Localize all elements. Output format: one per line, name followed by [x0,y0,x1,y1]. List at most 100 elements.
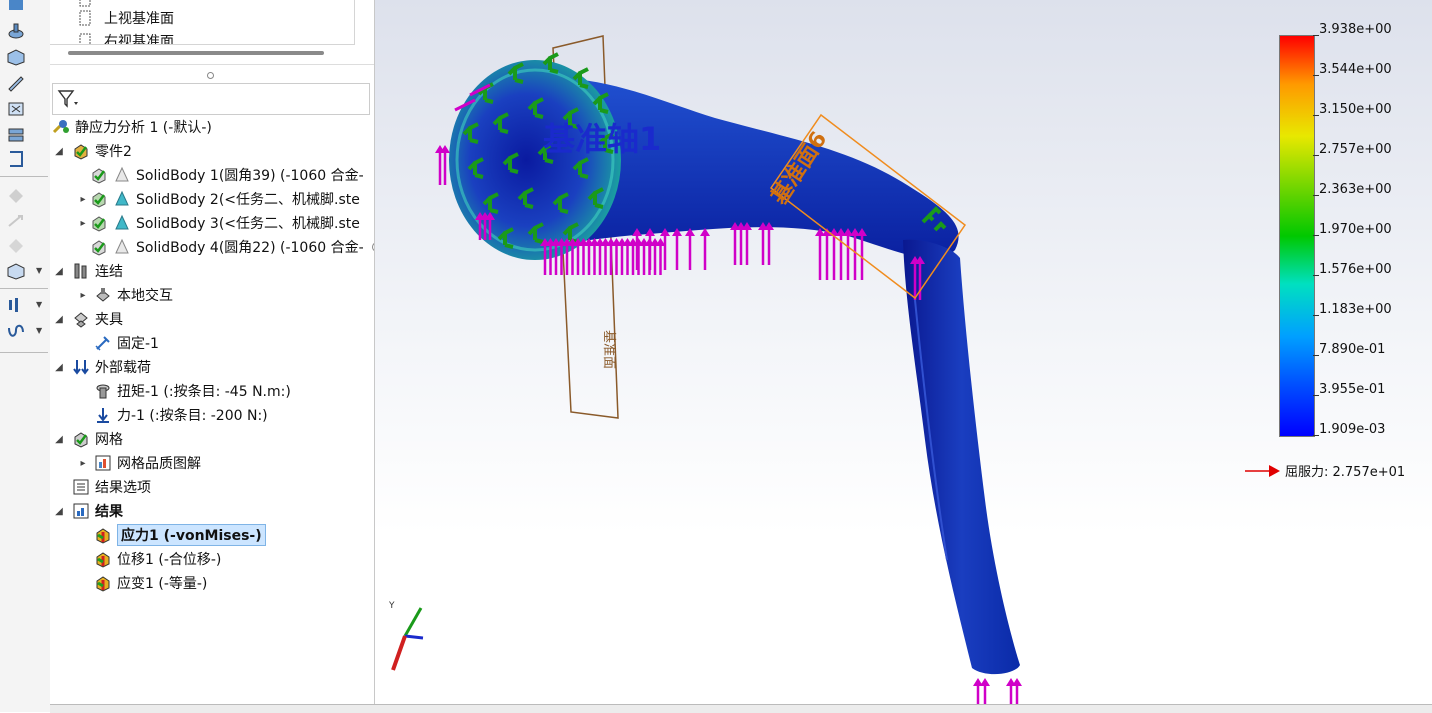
collapse-icon[interactable]: ◢ [52,506,66,517]
tree-item-label: 网格 [95,432,123,448]
graphics-viewport[interactable]: 基准面 基准轴1 基准面6 3.938e+00 3.544e+00 3.150e… [375,0,1432,712]
tree-item-local-interaction[interactable]: ▸ 本地交互 [76,283,173,307]
tree-item-displacement[interactable]: 位移1 (-合位移-) [94,547,221,571]
legend-value: 3.938e+00 [1319,22,1392,37]
tree-item-top-plane[interactable]: 上视基准面 [76,7,174,29]
collapse-icon[interactable]: ◢ [52,362,66,373]
mesh-body-icon [90,214,108,232]
tree-item-result-options[interactable]: 结果选项 [72,475,151,499]
tree-item-torque[interactable]: 扭矩-1 (:按条目: -45 N.m:) [76,379,291,403]
horizontal-scrollbar[interactable] [68,51,324,55]
red-arrow-icon [1245,464,1280,477]
reference-triad[interactable]: Y [383,598,433,678]
stack-icon[interactable] [6,126,26,144]
tree-item-label: 固定-1 [117,336,159,352]
left-toolstrip: ▼ ▼ ▼ [0,0,50,712]
tree-item-fixed[interactable]: 固定-1 [76,331,159,355]
plot-icon [94,454,112,472]
tree-item-body-4[interactable]: SolidBody 4(圆角22) (-1060 合金- [76,235,364,259]
solid-body-icon [113,166,131,184]
fixed-icon [94,334,112,352]
beam-icon[interactable] [6,150,26,168]
disabled-tool-icon [6,236,26,254]
tree-item-strain[interactable]: 应变1 (-等量-) [94,571,207,595]
options-list-icon [72,478,90,496]
yield-label: 屈服力: 2.757e+01 [1285,465,1406,480]
interaction-icon [94,286,112,304]
plane-label-small: 基准面 [601,330,616,369]
mesh-body-icon [90,190,108,208]
tree-item-label-selected: 应力1 (-vonMises-) [117,524,266,546]
tree-item-label: 结果 [95,504,123,520]
body-check-icon [90,238,108,256]
cube-icon[interactable] [6,0,26,18]
legend-value: 1.970e+00 [1319,222,1392,237]
display-style-icon[interactable] [6,262,26,280]
legend-value: 2.757e+00 [1319,142,1392,157]
stress-result-model: 基准面 基准轴1 基准面6 [435,35,1022,704]
tree-item-body-2[interactable]: ▸ SolidBody 2(<任务二、机械脚.ste [76,187,360,211]
connector-icon[interactable] [6,296,26,314]
tree-item-right-plane[interactable]: 右视基准面 [76,30,174,45]
fixtures-icon [72,310,90,328]
feature-tree-top: 上视基准面 右视基准面 [50,0,355,45]
collapse-icon[interactable]: ◢ [52,314,66,325]
collapse-icon[interactable]: ◢ [52,146,66,157]
solid-body-icon [113,238,131,256]
tree-item-mesh[interactable]: ◢ 网格 [52,427,123,451]
tree-item-label: 结果选项 [95,480,151,496]
chevron-down-icon[interactable]: ▼ [36,300,42,309]
tree-item-label: 右视基准面 [104,34,174,45]
plane-icon [76,32,94,44]
tree-item-connections[interactable]: ◢ 连结 [52,259,123,283]
tree-item-label: SolidBody 4(圆角22) (-1060 合金- [136,240,364,256]
cross-section-icon[interactable] [6,100,26,118]
spring-icon[interactable] [6,322,26,340]
tree-item-label: 位移1 (-合位移-) [117,552,222,568]
body-check-icon [90,166,108,184]
expand-icon[interactable]: ▸ [76,458,90,469]
static-study-icon [52,118,70,136]
expand-icon[interactable]: ▸ [76,218,90,229]
tree-item-label: 外部载荷 [95,360,151,376]
splitter-handle-icon[interactable] [207,72,214,79]
tree-item-mesh-quality[interactable]: ▸ 网格品质图解 [76,451,201,475]
external-loads-icon [72,358,90,376]
tree-item-part[interactable]: ◢ 零件2 [52,139,132,163]
sketch-icon[interactable] [6,74,26,92]
assembly-icon[interactable] [6,48,26,66]
expand-icon[interactable]: ▸ [76,290,90,301]
tree-item-label: 上视基准面 [104,11,174,27]
tree-item-results[interactable]: ◢ 结果 [52,499,123,523]
collapse-icon[interactable]: ◢ [52,266,66,277]
solid-body-icon [113,214,131,232]
datum-axis-label: 基准轴1 [543,120,661,158]
part-icon[interactable] [6,22,26,40]
tree-item-external-loads[interactable]: ◢ 外部载荷 [52,355,151,379]
tree-item-study[interactable]: 静应力分析 1 (-默认-) [52,115,212,139]
tree-item-label: 网格品质图解 [117,456,201,472]
expand-icon[interactable]: ▸ [76,194,90,205]
tree-item-fixtures[interactable]: ◢ 夹具 [52,307,123,331]
strain-plot-icon [94,574,112,592]
tree-item-stress[interactable]: 应力1 (-vonMises-) [94,523,266,547]
tree-item-body-3[interactable]: ▸ SolidBody 3(<任务二、机械脚.ste [76,211,360,235]
tree-item-label: 零件2 [95,144,132,160]
force-arrow-icon [94,406,112,424]
collapse-icon[interactable]: ◢ [52,434,66,445]
connections-icon [72,262,90,280]
panel-splitter[interactable] [50,64,374,85]
part-icon [72,142,90,160]
filter-icon[interactable] [57,89,79,109]
displacement-plot-icon [94,550,112,568]
tree-filter-box[interactable] [52,83,370,115]
yield-strength-indicator: 屈服力: 2.757e+01 [1245,461,1405,480]
triad-y-label: Y [388,601,395,611]
legend-value: 1.909e-03 [1319,422,1386,437]
chevron-down-icon[interactable]: ▼ [36,326,42,335]
tree-item-force[interactable]: 力-1 (:按条目: -200 N:) [76,403,268,427]
legend-value: 3.955e-01 [1319,382,1386,397]
chevron-down-icon[interactable]: ▼ [36,266,42,275]
disabled-tool-icon [6,186,26,204]
tree-item-body-1[interactable]: SolidBody 1(圆角39) (-1060 合金- [76,163,364,187]
